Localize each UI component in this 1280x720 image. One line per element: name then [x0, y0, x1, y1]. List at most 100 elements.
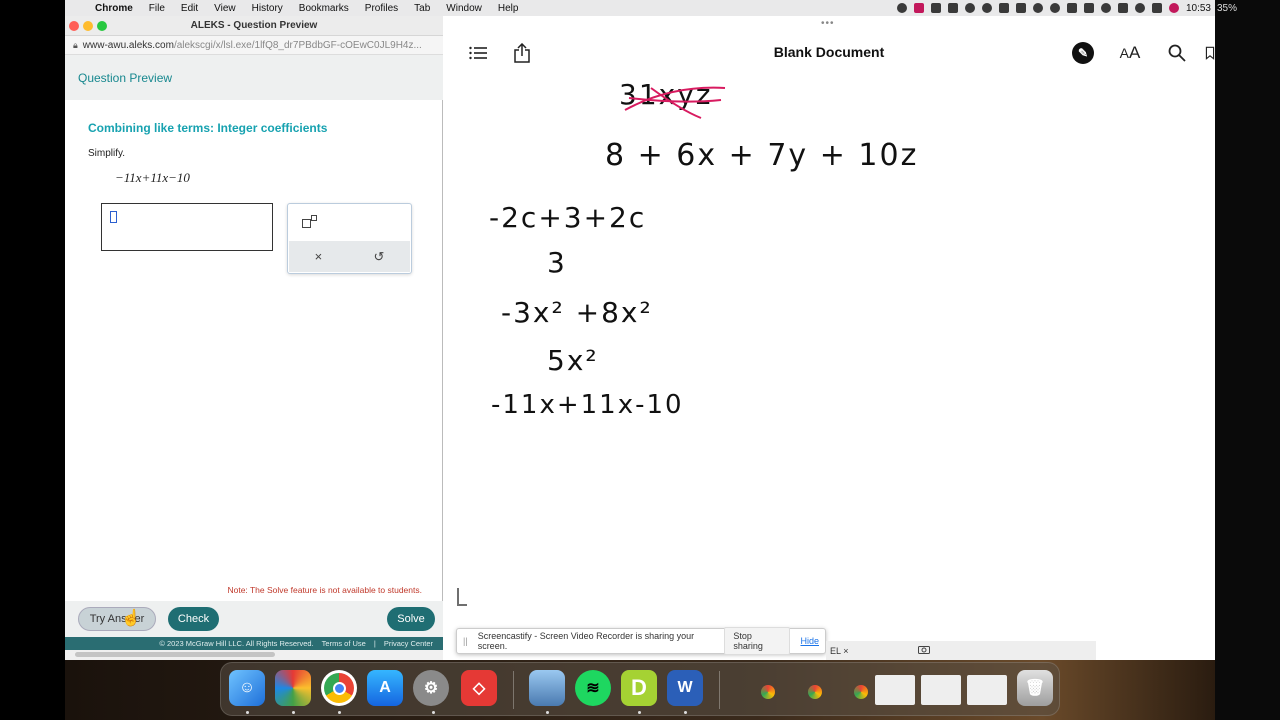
- handwriting-line-6: 5x²: [547, 344, 599, 377]
- battery-percent: 35%: [1217, 3, 1238, 14]
- mail-icon[interactable]: [947, 3, 958, 13]
- desktop-right: 35%: [1215, 0, 1280, 720]
- chrome-icon[interactable]: [321, 670, 357, 706]
- menu-tab[interactable]: Tab: [406, 3, 438, 14]
- wifi-icon[interactable]: [1100, 3, 1111, 13]
- document-title[interactable]: Blank Document: [443, 44, 1215, 60]
- hide-link[interactable]: Hide: [800, 636, 819, 646]
- bookmark-icon[interactable]: [1205, 42, 1215, 64]
- screencastify-sharing-bar: || Screencastify - Screen Video Recorder…: [456, 627, 826, 655]
- palette-actions: × ↺: [289, 241, 410, 272]
- spotify-icon[interactable]: ≋: [575, 670, 611, 706]
- photo-app-icon[interactable]: [275, 670, 311, 706]
- horizontal-scrollbar[interactable]: [65, 650, 443, 660]
- solve-button[interactable]: Solve: [387, 607, 435, 631]
- menu-window[interactable]: Window: [438, 3, 490, 14]
- location-icon[interactable]: [981, 3, 992, 13]
- exponent-sup-icon: [311, 215, 317, 221]
- notification-icon[interactable]: [1151, 3, 1162, 13]
- answer-input[interactable]: [101, 203, 273, 251]
- menu-profiles[interactable]: Profiles: [357, 3, 406, 14]
- copyright-footer: © 2023 McGraw Hill LLC. All Rights Reser…: [65, 637, 443, 650]
- chrome-minimized-icon[interactable]: [761, 685, 775, 699]
- menu-help[interactable]: Help: [490, 3, 527, 14]
- aleks-browser-window: ALEKS - Question Preview 🔒︎ www-awu.alek…: [65, 16, 443, 660]
- menu-view[interactable]: View: [206, 3, 244, 14]
- camera-icon[interactable]: [918, 645, 931, 656]
- chrome-minimized-icon-2[interactable]: [808, 685, 822, 699]
- close-icon[interactable]: ×: [843, 646, 848, 656]
- app-store-icon[interactable]: A: [367, 670, 403, 706]
- window-title: ALEKS - Question Preview: [190, 20, 318, 31]
- time-machine-icon[interactable]: [1049, 3, 1060, 13]
- running-indicator-3: [338, 711, 341, 714]
- preview-icon[interactable]: [529, 670, 565, 706]
- pen-cursor-icon: [457, 588, 467, 606]
- d-app-icon[interactable]: D: [621, 670, 657, 706]
- running-indicator-6: [638, 711, 641, 714]
- clock[interactable]: 10:53: [1186, 3, 1211, 14]
- system-settings-icon[interactable]: ⚙: [413, 670, 449, 706]
- globe-icon[interactable]: [964, 3, 975, 13]
- clear-icon[interactable]: ×: [315, 249, 323, 264]
- macos-dock: ☺ A ⚙ ◇ ≋ D W 🗑︎: [220, 662, 1060, 716]
- handwriting-line-2: 8 + 6x + 7y + 10z: [605, 138, 919, 173]
- word-icon[interactable]: W: [667, 670, 703, 706]
- finder-icon[interactable]: ☺: [229, 670, 265, 706]
- chrome-minimized-icon-3[interactable]: [854, 685, 868, 699]
- battery-status-icon[interactable]: [1083, 3, 1094, 13]
- handwriting-line-5: -3x² +8x²: [501, 296, 653, 329]
- check-button[interactable]: Check: [168, 607, 219, 631]
- pen-icon[interactable]: ✎: [1072, 42, 1094, 64]
- display-icon[interactable]: [998, 3, 1009, 13]
- stop-sharing-button[interactable]: Stop sharing: [724, 627, 791, 655]
- bluetooth-icon[interactable]: [1066, 3, 1077, 13]
- url-path: /alekscgi/x/lsl.exe/1lfQ8_dr7PBdbGF-cOEw…: [173, 39, 422, 51]
- topic-title: Combining like terms: Integer coefficien…: [88, 121, 328, 135]
- try-answer-button[interactable]: Try Answer: [78, 607, 156, 631]
- handwriting-line-7: -11x+11x-10: [491, 390, 684, 420]
- window-fragment: EL ×: [830, 645, 849, 656]
- trash-icon[interactable]: 🗑︎: [1017, 670, 1053, 706]
- menu-history[interactable]: History: [244, 3, 291, 14]
- status-area: 10:53: [896, 3, 1215, 14]
- play-icon[interactable]: [1032, 3, 1043, 13]
- control-center-icon[interactable]: [1117, 3, 1128, 13]
- minimized-window-thumb-2[interactable]: [921, 675, 961, 705]
- control-icon[interactable]: [1015, 3, 1026, 13]
- reader-app-icon[interactable]: ◇: [461, 670, 497, 706]
- hand-cursor-icon: ☝: [121, 610, 141, 627]
- menu-app-name[interactable]: Chrome: [87, 3, 141, 14]
- text-size-icon[interactable]: AA: [1119, 42, 1141, 64]
- undo-icon[interactable]: ↺: [373, 249, 384, 265]
- siri-icon[interactable]: [1168, 3, 1179, 13]
- privacy-link[interactable]: Privacy Center: [384, 639, 433, 648]
- window-titlebar[interactable]: ALEKS - Question Preview: [65, 16, 443, 36]
- microphone-icon[interactable]: [896, 3, 907, 13]
- screencastify-icon[interactable]: [913, 3, 924, 13]
- running-indicator: [246, 711, 249, 714]
- grip-icon[interactable]: ||: [463, 636, 468, 646]
- scrollbar-thumb[interactable]: [75, 652, 275, 657]
- window-drag-handle[interactable]: •••: [821, 18, 835, 29]
- spotlight-icon[interactable]: [1134, 3, 1145, 13]
- dock-separator-2: [719, 671, 720, 709]
- menu-file[interactable]: File: [141, 3, 173, 14]
- solve-note: Note: The Solve feature is not available…: [227, 585, 422, 595]
- question-preview-header: Question Preview: [65, 55, 443, 100]
- menu-edit[interactable]: Edit: [173, 3, 206, 14]
- search-icon[interactable]: [1166, 42, 1188, 64]
- address-bar[interactable]: 🔒︎ www-awu.aleks.com/alekscgi/x/lsl.exe/…: [65, 36, 443, 55]
- instruction-text: Simplify.: [88, 148, 126, 159]
- question-preview-title: Question Preview: [78, 71, 173, 85]
- exponent-template-button[interactable]: [300, 214, 320, 232]
- minimized-window-thumb-3[interactable]: [967, 675, 1007, 705]
- terms-link[interactable]: Terms of Use: [322, 639, 366, 648]
- running-indicator-4: [432, 711, 435, 714]
- minimized-window-thumb[interactable]: [875, 675, 915, 705]
- menu-bookmarks[interactable]: Bookmarks: [291, 3, 357, 14]
- lock-icon: 🔒︎: [73, 39, 78, 50]
- extension-icon[interactable]: [930, 3, 941, 13]
- problem-expression: −11x+11x−10: [115, 170, 190, 185]
- math-palette: × ↺: [287, 203, 412, 274]
